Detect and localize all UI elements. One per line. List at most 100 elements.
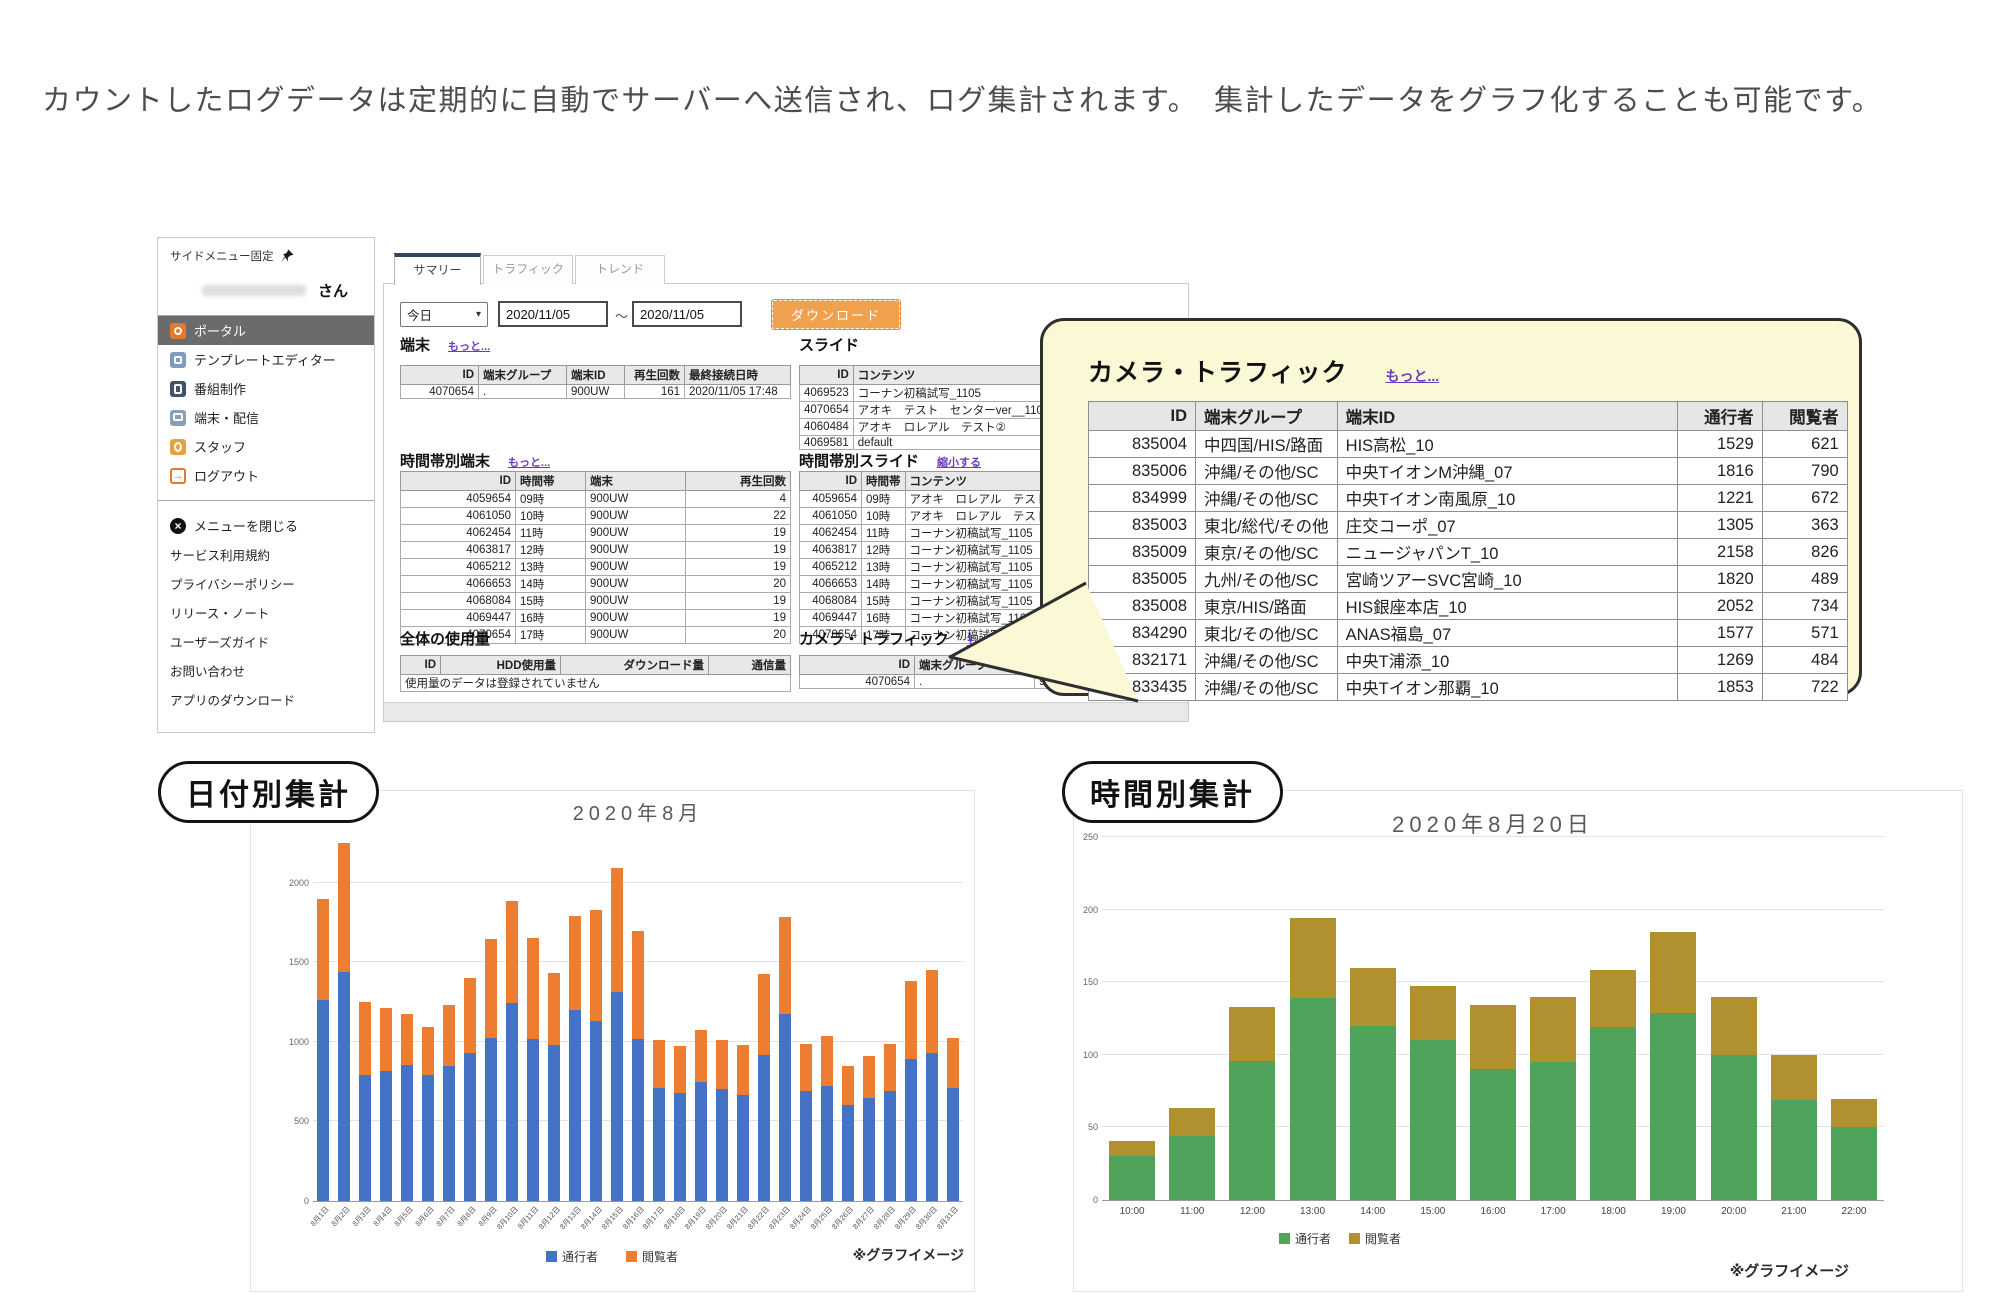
bar-column — [795, 803, 816, 1201]
table-cell: 790 — [1762, 458, 1847, 485]
bar-segment-1 — [947, 1088, 959, 1201]
sidebar-link[interactable]: お問い合わせ — [158, 656, 374, 685]
bar-segment-1 — [1470, 1069, 1516, 1200]
bar-segment-1 — [695, 1082, 707, 1201]
table-row: 835004中四国/HIS/路面HIS高松_101529621 — [1089, 431, 1848, 458]
tab-1[interactable]: サマリー — [394, 253, 481, 285]
table-cell: 16時 — [862, 610, 906, 627]
column-header: コンテンツ — [853, 366, 1054, 385]
bar-segment-2 — [695, 1030, 707, 1082]
bar — [1650, 932, 1696, 1200]
table-cell: 900UW — [586, 593, 686, 610]
sidebar-item[interactable]: ポータル — [158, 316, 374, 345]
bar-segment-1 — [674, 1093, 686, 1201]
sidebar-item[interactable]: ログアウト — [158, 461, 374, 490]
y-tick-label: 500 — [271, 1116, 309, 1126]
bar-segment-2 — [905, 981, 917, 1059]
table-cell: 中央Tイオン那覇_10 — [1337, 674, 1677, 701]
table-cell: 4063817 — [401, 542, 516, 559]
bar-column — [753, 803, 774, 1201]
bar-segment-1 — [779, 1014, 791, 1201]
tab-3[interactable]: トレンド — [575, 255, 665, 284]
bar — [905, 981, 917, 1201]
sidebar-item[interactable]: 端末・配信 — [158, 403, 374, 432]
x-tick: 8月31日 — [942, 1202, 963, 1250]
sidebar-link[interactable]: アプリのダウンロード — [158, 685, 374, 714]
bar-segment-2 — [443, 1005, 455, 1066]
sidebar-link[interactable]: サービス利用規約 — [158, 540, 374, 569]
bar-segment-1 — [1109, 1156, 1155, 1200]
x-tick: 20:00 — [1704, 1201, 1764, 1221]
table-cell: 19 — [686, 593, 791, 610]
x-tick-label: 20:00 — [1721, 1206, 1746, 1217]
download-button[interactable]: ダウンロード — [772, 300, 900, 329]
table-cell: ニュージャパンT_10 — [1337, 539, 1677, 566]
column-header: ID — [401, 472, 516, 491]
shrink-link[interactable]: 縮小する — [937, 454, 981, 470]
bar-column — [523, 803, 544, 1201]
column-header: ID — [401, 656, 441, 675]
section-heading-tanmatsu: 端末 もっと... — [400, 334, 490, 355]
bar-column — [900, 803, 921, 1201]
section-title: カメラ・トラフィック — [799, 628, 949, 649]
date-to-input[interactable]: 2020/11/05 — [632, 301, 742, 327]
table-cell: 2020/11/05 17:48 — [685, 385, 791, 399]
bar-segment-1 — [1650, 1013, 1696, 1200]
bar — [1410, 986, 1456, 1200]
more-link[interactable]: もっと... — [448, 338, 490, 354]
sidebar-pin-label: サイドメニュー固定 — [170, 248, 274, 264]
more-link[interactable]: もっと... — [508, 454, 550, 470]
column-header: ID — [800, 366, 854, 385]
bar-segment-2 — [1650, 932, 1696, 1013]
column-header: 再生回数 — [686, 472, 791, 491]
sidebar-item[interactable]: 番組制作 — [158, 374, 374, 403]
bar-column — [502, 803, 523, 1201]
table-cell: 4069581 — [800, 436, 854, 450]
table-cell: 4 — [686, 491, 791, 508]
bar-segment-2 — [359, 1002, 371, 1075]
popup-more-link[interactable]: もっと... — [1386, 366, 1440, 386]
jikan-tanmatsu-table: ID時間帯端末再生回数405965409時900UW4406105010時900… — [400, 471, 791, 644]
bar-segment-1 — [1290, 998, 1336, 1200]
bar-segment-2 — [1410, 986, 1456, 1040]
bar-segment-1 — [632, 1039, 644, 1201]
bar-segment-1 — [611, 992, 623, 1201]
bar-segment-2 — [548, 973, 560, 1045]
sidebar-item[interactable]: テンプレートエディター — [158, 345, 374, 374]
section-heading-jikan-tanmatsu: 時間帯別端末 もっと... — [400, 450, 550, 471]
sidebar-pin-row[interactable]: サイドメニュー固定 — [158, 238, 374, 266]
table-cell: 東北/総代/その他 — [1196, 512, 1338, 539]
bar-segment-2 — [1831, 1099, 1877, 1127]
sidebar-item[interactable]: スタッフ — [158, 432, 374, 461]
bar — [359, 1002, 371, 1201]
x-tick-label: 13:00 — [1300, 1206, 1325, 1217]
bar-segment-2 — [380, 1008, 392, 1071]
table-cell: HIS銀座本店_10 — [1337, 593, 1677, 620]
legend-item: 通行者 — [546, 1248, 598, 1265]
column-header: 端末グループ — [1196, 402, 1338, 431]
table-cell: 1269 — [1677, 647, 1762, 674]
tab-2[interactable]: トラフィック — [483, 255, 573, 284]
bar-segment-1 — [1229, 1061, 1275, 1200]
x-tick-label: 21:00 — [1781, 1206, 1806, 1217]
legend-item: 通行者 — [1279, 1230, 1331, 1247]
sidebar-link[interactable]: リリース・ノート — [158, 598, 374, 627]
date-from-input[interactable]: 2020/11/05 — [498, 301, 608, 327]
hourly-chart: 2020年8月20日05010015020025010:0011:0012:00… — [1073, 790, 1963, 1292]
section-heading-jikan-slide: 時間帯別スライド 縮小する — [799, 450, 981, 471]
bar — [590, 910, 602, 1201]
sidebar-item-close-menu[interactable]: メニューを閉じる — [158, 511, 374, 540]
legend-item: 閲覧者 — [1349, 1230, 1401, 1247]
x-tick: 15:00 — [1403, 1201, 1463, 1221]
graph-image-note: ※グラフイメージ — [853, 1245, 964, 1265]
table-cell: 東京/その他/SC — [1196, 539, 1338, 566]
header-row: ID端末グループ端末ID再生回数最終接続日時 — [401, 366, 791, 385]
column-header: 端末ID — [567, 366, 625, 385]
table-cell: 4069447 — [401, 610, 516, 627]
x-tick: 18:00 — [1583, 1201, 1643, 1221]
table-cell: 835004 — [1089, 431, 1196, 458]
sidebar-link[interactable]: ユーザーズガイド — [158, 627, 374, 656]
bar-segment-2 — [1530, 997, 1576, 1062]
sidebar-link[interactable]: プライバシーポリシー — [158, 569, 374, 598]
period-select[interactable]: 今日 ▾ — [400, 302, 488, 327]
